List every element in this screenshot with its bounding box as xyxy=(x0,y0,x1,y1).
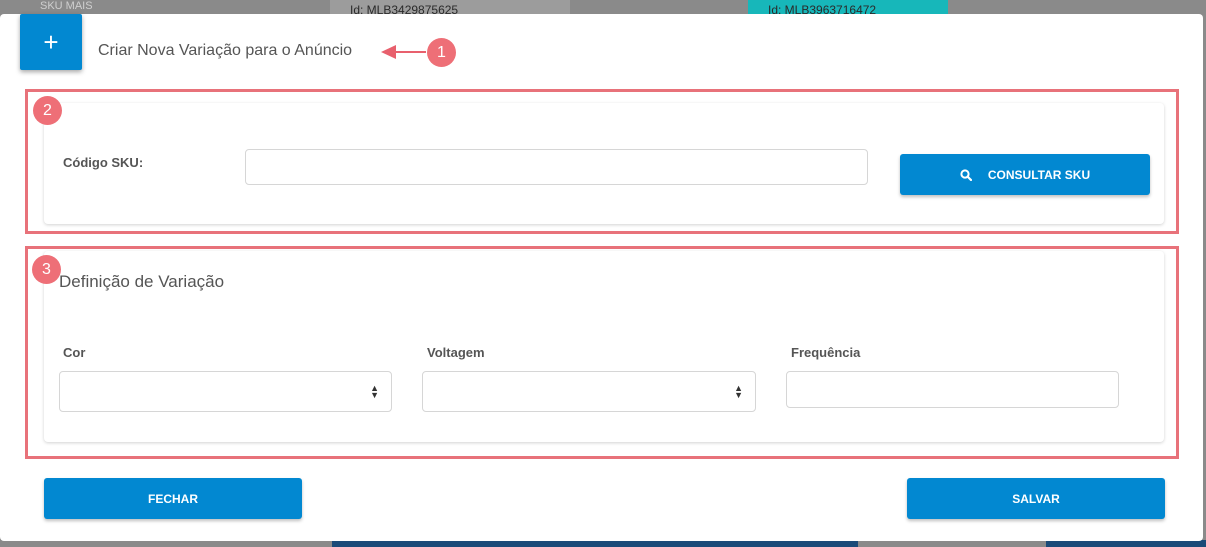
modal-title: Criar Nova Variação para o Anúncio xyxy=(98,42,353,59)
annotation-box-2 xyxy=(25,89,1179,234)
save-button[interactable]: SALVAR xyxy=(907,478,1165,519)
close-button[interactable]: FECHAR xyxy=(44,478,302,519)
save-button-label: SALVAR xyxy=(1012,491,1060,506)
background-bar xyxy=(1046,540,1206,547)
close-button-label: FECHAR xyxy=(148,491,198,506)
annotation-arrow-head xyxy=(381,45,396,59)
annotation-badge-1: 1 xyxy=(427,38,456,67)
annotation-badge-3: 3 xyxy=(32,255,61,284)
plus-icon: + xyxy=(20,14,82,70)
annotation-box-3 xyxy=(25,246,1179,459)
background-bar xyxy=(332,540,858,547)
annotation-arrow xyxy=(396,51,426,53)
create-variation-modal: + Criar Nova Variação para o Anúncio 1 C… xyxy=(0,14,1203,541)
annotation-badge-2: 2 xyxy=(33,96,62,125)
